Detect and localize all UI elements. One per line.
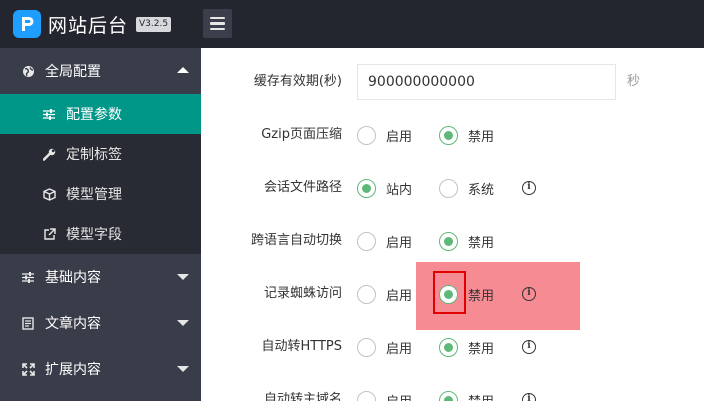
brand-title: 网站后台: [48, 14, 129, 37]
logo-icon: [13, 10, 41, 38]
form-label: 缓存有效期(秒): [253, 74, 342, 89]
radio-circle: [357, 284, 376, 304]
radio-enable[interactable]: 启用: [357, 221, 412, 261]
cache-ttl-input[interactable]: [357, 64, 616, 100]
chevron-down-icon: [177, 366, 189, 372]
document-icon: [20, 316, 36, 330]
sidebar-group-label: 文章内容: [45, 316, 101, 332]
chevron-down-icon: [177, 320, 189, 326]
sidebar-item-label: 模型字段: [66, 227, 122, 243]
radio-circle: [357, 231, 376, 251]
highlight-target-box: [433, 271, 466, 314]
sidebar-item-custom-tags[interactable]: 定制标签: [0, 134, 201, 174]
expand-arrows-icon: [20, 362, 36, 376]
sidebar-item-label: 配置参数: [66, 107, 122, 123]
chevron-up-icon: [177, 67, 189, 73]
radio-disable[interactable]: 禁用: [439, 380, 494, 401]
radio-circle: [439, 390, 458, 401]
sidebar-item-config-params[interactable]: 配置参数: [0, 94, 201, 134]
sidebar-group-label: 扩展内容: [45, 362, 101, 378]
info-icon[interactable]: i: [522, 393, 536, 401]
radio-enable[interactable]: 启用: [357, 115, 412, 155]
info-icon[interactable]: i: [522, 340, 536, 354]
form-label: 自动转HTTPS: [261, 339, 342, 354]
sidebar-item-label: 模型管理: [66, 187, 122, 203]
sidebar-group-extended-content[interactable]: 扩展内容: [0, 346, 201, 392]
radio-disable[interactable]: 禁用: [439, 327, 494, 367]
sidebar-group-basic-content[interactable]: 基础内容: [0, 254, 201, 300]
wrench-icon: [41, 148, 57, 161]
hamburger-icon: [210, 16, 225, 20]
form-row-gzip: Gzip页面压缩 启用 禁用: [201, 115, 704, 155]
radio-circle: [439, 125, 458, 145]
sidebar-item-model-fields[interactable]: 模型字段: [0, 214, 201, 254]
submenu-global-config: 配置参数 定制标签 模型管理 模型字段: [0, 94, 201, 254]
sidebar-item-label: 定制标签: [66, 147, 122, 163]
radio-circle: [439, 337, 458, 357]
form-label: 会话文件路径: [263, 180, 342, 195]
unit-label: 秒: [627, 74, 641, 89]
form-label: 跨语言自动切换: [250, 233, 342, 248]
form-row-language-switch: 跨语言自动切换 启用 禁用: [201, 221, 704, 261]
sliders-icon: [41, 108, 57, 120]
brand: 网站后台 V3.2.5: [0, 0, 201, 48]
radio-circle: [357, 178, 376, 198]
sidebar: 全局配置 配置参数 定制标签 模型管理 模型字段 基础内容 文章内容 扩展内容: [0, 48, 201, 401]
chevron-down-icon: [177, 274, 189, 280]
radio-circle: [357, 337, 376, 357]
radio-circle: [439, 178, 458, 198]
form-row-auto-https: 自动转HTTPS 启用 禁用 i: [201, 327, 704, 367]
info-icon[interactable]: i: [522, 181, 536, 195]
form-row-cache: 缓存有效期(秒) 秒: [201, 62, 704, 102]
external-link-icon: [41, 227, 57, 241]
version-badge: V3.2.5: [136, 16, 172, 32]
top-header: 网站后台 V3.2.5: [0, 0, 704, 48]
sidebar-group-global-config[interactable]: 全局配置: [0, 48, 201, 94]
radio-circle: [357, 125, 376, 145]
radio-disable[interactable]: 禁用: [439, 221, 494, 261]
globe-icon: [20, 65, 36, 78]
sidebar-group-label: 基础内容: [45, 270, 101, 286]
sidebar-item-model-management[interactable]: 模型管理: [0, 174, 201, 214]
form-row-session-path: 会话文件路径 站内 系统 i: [201, 168, 704, 208]
cube-icon: [41, 187, 57, 201]
radio-enable[interactable]: 启用: [357, 380, 412, 401]
sliders-icon: [20, 271, 36, 283]
form-label: Gzip页面压缩: [261, 127, 342, 142]
radio-circle: [357, 390, 376, 401]
radio-system[interactable]: 系统: [439, 168, 494, 208]
info-icon[interactable]: i: [522, 287, 536, 301]
settings-form: 缓存有效期(秒) 秒 Gzip页面压缩 启用 禁用 会话文件路径 站内 系统 i…: [201, 48, 704, 401]
sidebar-group-article-content[interactable]: 文章内容: [0, 300, 201, 346]
radio-enable[interactable]: 启用: [357, 327, 412, 367]
radio-enable[interactable]: 启用: [357, 274, 412, 314]
radio-disable[interactable]: 禁用: [439, 115, 494, 155]
form-label: 自动转主域名: [263, 392, 342, 401]
radio-circle: [439, 231, 458, 251]
radio-site[interactable]: 站内: [357, 168, 412, 208]
menu-toggle-button[interactable]: [203, 9, 232, 38]
form-row-auto-main-domain: 自动转主域名 启用 禁用 i: [201, 380, 704, 401]
sidebar-group-label: 全局配置: [45, 64, 101, 80]
